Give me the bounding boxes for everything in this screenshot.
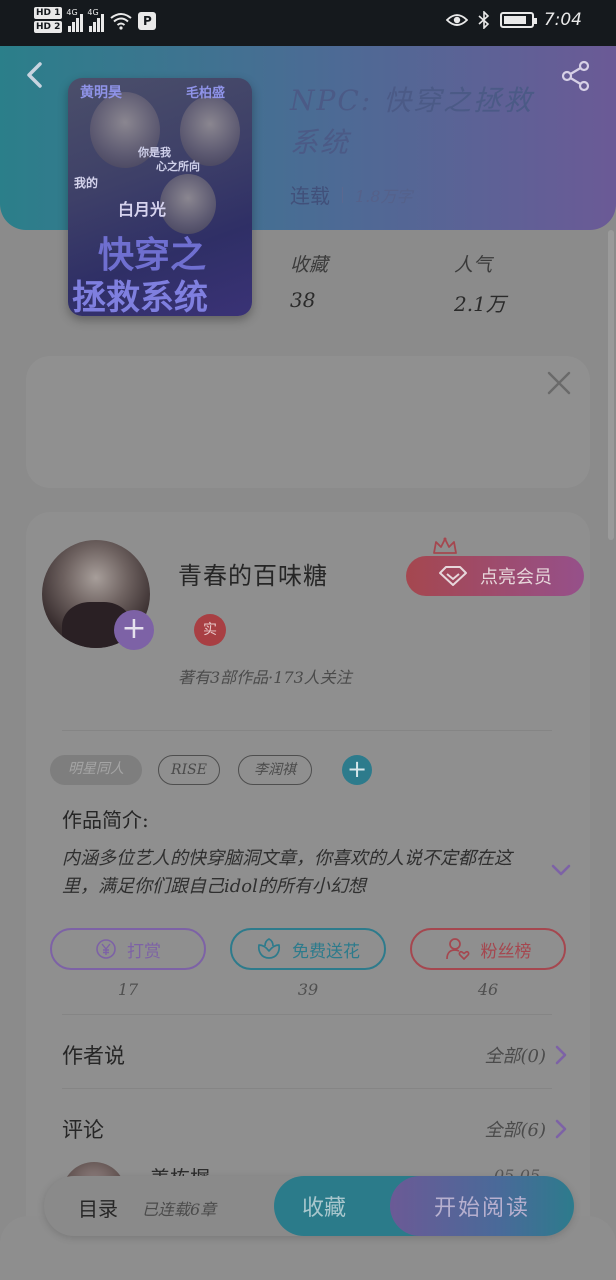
- scrollbar[interactable]: [608, 230, 614, 540]
- tip-label: 打赏: [127, 941, 161, 962]
- status-right: 7:04: [445, 10, 582, 30]
- activate-vip-button[interactable]: 点亮会员: [406, 556, 584, 596]
- status-left: HD 1 HD 2 4G 4G P: [34, 7, 157, 35]
- tip-button[interactable]: 打赏: [50, 928, 206, 970]
- author-says-all-label: 全部(0): [484, 1046, 547, 1067]
- start-reading-button[interactable]: 开始阅读: [390, 1176, 574, 1236]
- eye-icon: [445, 14, 468, 26]
- network-type-label: 4G: [66, 8, 78, 17]
- cover-text-name2: 毛柏盛: [186, 86, 226, 101]
- hd1-label: HD 1: [34, 7, 63, 19]
- book-cover[interactable]: 黄明昊 毛柏盛 你是我 心之所向 我的 白月光 快穿之 拯救系统: [68, 78, 252, 316]
- author-says-label: 作者说: [62, 1044, 125, 1068]
- add-tag-button[interactable]: +: [342, 755, 372, 785]
- cover-face-2: [180, 96, 240, 166]
- comments-all-link[interactable]: 全部(6): [485, 1116, 569, 1142]
- tag-item[interactable]: 明星同人: [50, 755, 142, 785]
- share-icon[interactable]: [560, 60, 592, 92]
- divider: [62, 1014, 552, 1015]
- chevron-down-icon[interactable]: [550, 862, 572, 878]
- fan-ranking-label: 粉丝榜: [480, 941, 532, 962]
- synopsis-label: 作品简介:: [62, 808, 149, 832]
- cover-text-left: 我的: [74, 176, 99, 190]
- send-flower-button[interactable]: 免费送花: [230, 928, 386, 970]
- bluetooth-icon: [478, 11, 489, 29]
- fan-ranking-button[interactable]: 粉丝榜: [410, 928, 566, 970]
- cover-text-moon: 白月光: [118, 200, 167, 219]
- flower-icon: [257, 938, 281, 959]
- comments-all-label: 全部(6): [484, 1120, 547, 1141]
- stat-value-popularity: 2.1万: [454, 292, 506, 316]
- crown-icon: [433, 537, 457, 554]
- author-meta: 著有3部作品·173人关注: [178, 668, 352, 687]
- flower-count: 39: [297, 980, 319, 999]
- yen-coin-icon: [96, 939, 116, 959]
- tip-count: 17: [117, 980, 139, 999]
- cover-face-3: [160, 174, 216, 234]
- comments-label: 评论: [62, 1118, 104, 1142]
- follow-author-button[interactable]: +: [114, 610, 154, 650]
- back-arrow-icon[interactable]: [22, 60, 48, 90]
- tag-item[interactable]: RISE: [158, 755, 220, 785]
- tag-item[interactable]: 李润祺: [238, 755, 312, 785]
- vip-label: 点亮会员: [480, 567, 552, 588]
- chevron-right-icon: [555, 1045, 567, 1065]
- fan-count: 46: [477, 980, 499, 999]
- author-name[interactable]: 青春的百味糖: [178, 556, 328, 591]
- parking-icon: P: [138, 12, 157, 30]
- cover-text-name1: 黄明昊: [80, 85, 122, 101]
- hd-indicator: HD 1 HD 2: [34, 7, 63, 35]
- divider: [62, 1088, 552, 1089]
- signal-icon: 4G: [66, 8, 84, 32]
- diamond-icon: [439, 566, 467, 586]
- hd2-label: HD 2: [34, 21, 63, 33]
- status-divider: [342, 186, 343, 203]
- close-icon[interactable]: [546, 370, 572, 396]
- chevron-right-icon: [555, 1119, 567, 1139]
- cover-title-2: 拯救系统: [72, 278, 208, 316]
- book-status-row: 连载 1.8万字: [290, 180, 412, 209]
- verified-badge: 实: [194, 614, 226, 646]
- banner-card[interactable]: [26, 356, 590, 488]
- chapter-count: 已连载6章: [142, 1200, 217, 1219]
- table-of-contents-button[interactable]: 目录: [78, 1193, 118, 1222]
- stat-value-favorites: 38: [290, 288, 316, 312]
- signal-icon-2: 4G: [87, 8, 105, 32]
- synopsis-text: 内涵多位艺人的快穿脑洞文章，你喜欢的人说不定都在这里，满足你们跟自己idol的所…: [62, 848, 512, 897]
- wifi-icon: [110, 13, 133, 30]
- stat-label-favorites: 收藏: [290, 254, 329, 276]
- cover-text-b: 心之所向: [156, 160, 200, 173]
- stat-label-popularity: 人气: [454, 254, 493, 276]
- clock: 7:04: [543, 10, 582, 30]
- divider: [62, 730, 552, 731]
- send-flower-label: 免费送花: [292, 941, 360, 962]
- fan-user-icon: [445, 938, 469, 960]
- status-bar: HD 1 HD 2 4G 4G P 7:04: [0, 0, 616, 46]
- serial-status: 连载: [290, 184, 330, 208]
- word-count: 1.8万字: [355, 186, 413, 206]
- network-type-label-2: 4G: [87, 8, 99, 17]
- book-title: NPC: 快穿之拯救系统: [290, 84, 534, 159]
- battery-charging-icon: [499, 12, 537, 28]
- author-says-all-link[interactable]: 全部(0): [485, 1042, 569, 1068]
